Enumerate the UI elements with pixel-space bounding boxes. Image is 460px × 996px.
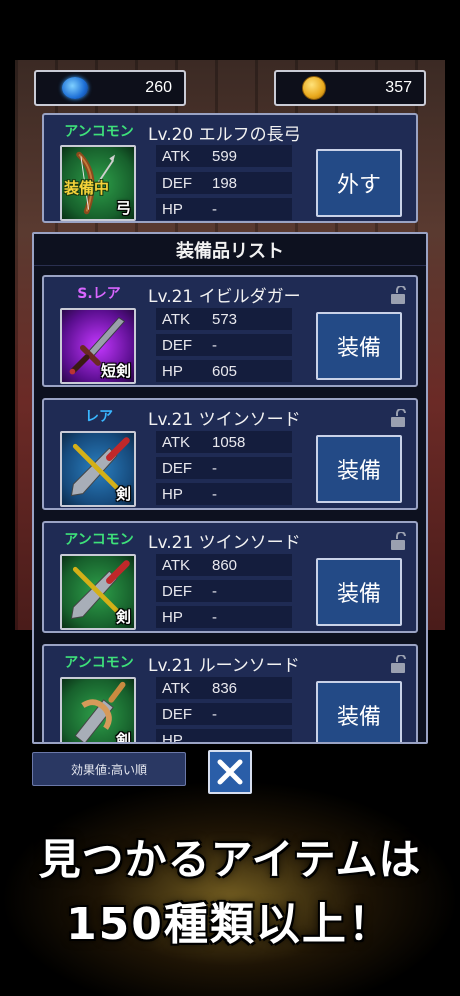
stat-label: DEF	[162, 174, 192, 192]
weapon-type: 剣	[115, 608, 131, 626]
rarity-label: アンコモン	[64, 655, 134, 671]
stat-row-hp: HP -	[156, 606, 292, 628]
stat-row-def: DEF -	[156, 457, 292, 479]
sort-button[interactable]: 効果値:高い順	[32, 752, 186, 786]
equipment-list-title: 装備品リスト	[34, 234, 426, 266]
gem-count: 260	[145, 79, 172, 96]
stat-row-hp: HP	[156, 729, 292, 742]
stat-row-atk: ATK 573	[156, 308, 292, 330]
stat-value: 573	[212, 310, 238, 328]
unequip-button[interactable]: 外す	[316, 149, 402, 217]
stat-row-atk: ATK 836	[156, 677, 292, 699]
item-title: Lv.21 ルーンソード	[148, 656, 300, 676]
weapon-type: 弓	[115, 199, 131, 217]
stat-row-atk: ATK 860	[156, 554, 292, 576]
unlocked-icon[interactable]	[390, 286, 406, 304]
stat-value: 198	[212, 174, 238, 192]
stat-value: 860	[212, 556, 238, 574]
stat-value: 836	[212, 679, 238, 697]
equip-button[interactable]: 装備	[316, 681, 402, 742]
gem-counter: 260	[34, 70, 186, 106]
stat-value: -	[212, 608, 217, 626]
item-icon: 剣	[60, 431, 136, 507]
item-icon: 短剣	[60, 308, 136, 384]
stat-label: HP	[162, 485, 183, 503]
gem-icon	[62, 77, 88, 99]
weapon-type: 短剣	[100, 362, 131, 380]
stat-value: -	[212, 582, 217, 600]
promo-line-1: 見つかるアイテムは	[38, 835, 422, 884]
unlocked-icon[interactable]	[390, 655, 406, 673]
stat-label: DEF	[162, 459, 192, 477]
stat-value: -	[212, 485, 217, 503]
stat-value: -	[212, 336, 217, 354]
stat-value: 1058	[212, 433, 246, 451]
stat-value: -	[212, 705, 217, 723]
stat-row-atk: ATK 1058	[156, 431, 292, 453]
unlocked-icon[interactable]	[390, 532, 406, 550]
stat-label: DEF	[162, 582, 192, 600]
stat-row-atk: ATK 599	[156, 145, 292, 167]
stat-label: HP	[162, 731, 183, 743]
rarity-label: レア	[85, 409, 113, 425]
promo-line-2: 150種類以上！	[66, 899, 394, 950]
list-item[interactable]: レア Lv.21 ツインソード 剣 ATK 1058 DEF - HP - 装備	[42, 398, 418, 510]
equipment-list[interactable]: S.レア Lv.21 イビルダガー 短剣 ATK 573 DEF - HP 60…	[34, 267, 426, 742]
stat-row-hp: HP -	[156, 198, 292, 220]
weapon-type: 剣	[115, 731, 131, 742]
item-title: Lv.21 ツインソード	[148, 533, 301, 553]
item-title: Lv.20 エルフの長弓	[148, 125, 301, 145]
stat-label: ATK	[162, 679, 191, 697]
list-item[interactable]: アンコモン Lv.21 ルーンソード 剣 ATK 836 DEF - HP 装備	[42, 644, 418, 742]
item-title: Lv.21 ツインソード	[148, 410, 301, 430]
stat-row-def: DEF 198	[156, 172, 292, 194]
stat-row-hp: HP -	[156, 483, 292, 505]
stat-value: -	[212, 459, 217, 477]
stat-label: DEF	[162, 705, 192, 723]
item-icon: 剣	[60, 677, 136, 742]
list-item[interactable]: アンコモン Lv.21 ツインソード 剣 ATK 860 DEF - HP - …	[42, 521, 418, 633]
stat-row-def: DEF -	[156, 703, 292, 725]
coin-counter: 357	[274, 70, 426, 106]
coin-icon	[302, 76, 326, 100]
equip-button[interactable]: 装備	[316, 558, 402, 626]
stat-label: HP	[162, 200, 183, 218]
equip-button[interactable]: 装備	[316, 435, 402, 503]
stat-label: DEF	[162, 336, 192, 354]
rarity-label: アンコモン	[64, 124, 134, 140]
equip-button[interactable]: 装備	[316, 312, 402, 380]
weapon-type: 剣	[115, 485, 131, 503]
stat-row-hp: HP 605	[156, 360, 292, 382]
stat-row-def: DEF -	[156, 334, 292, 356]
item-icon: 剣	[60, 554, 136, 630]
rarity-label: アンコモン	[64, 532, 134, 548]
stat-label: ATK	[162, 433, 191, 451]
close-button[interactable]	[208, 750, 252, 794]
rarity-label: S.レア	[77, 286, 121, 302]
list-item[interactable]: S.レア Lv.21 イビルダガー 短剣 ATK 573 DEF - HP 60…	[42, 275, 418, 387]
stat-value: 599	[212, 147, 238, 165]
stat-label: ATK	[162, 147, 191, 165]
stat-row-def: DEF -	[156, 580, 292, 602]
coin-count: 357	[385, 79, 412, 96]
item-icon: 装備中 弓	[60, 145, 136, 221]
item-title: Lv.21 イビルダガー	[148, 287, 301, 307]
close-icon	[217, 759, 243, 785]
equipment-list-panel: 装備品リスト S.レア Lv.21 イビルダガー 短剣 ATK 573 DEF …	[32, 232, 428, 744]
stat-value: 605	[212, 362, 238, 380]
stat-label: HP	[162, 608, 183, 626]
equipped-item-card: アンコモン Lv.20 エルフの長弓 装備中 弓 ATK 599 DEF 198…	[42, 113, 418, 223]
stat-label: ATK	[162, 556, 191, 574]
unlocked-icon[interactable]	[390, 409, 406, 427]
stat-label: HP	[162, 362, 183, 380]
equipped-tag: 装備中	[64, 179, 110, 197]
stat-value: -	[212, 200, 217, 218]
stat-label: ATK	[162, 310, 191, 328]
